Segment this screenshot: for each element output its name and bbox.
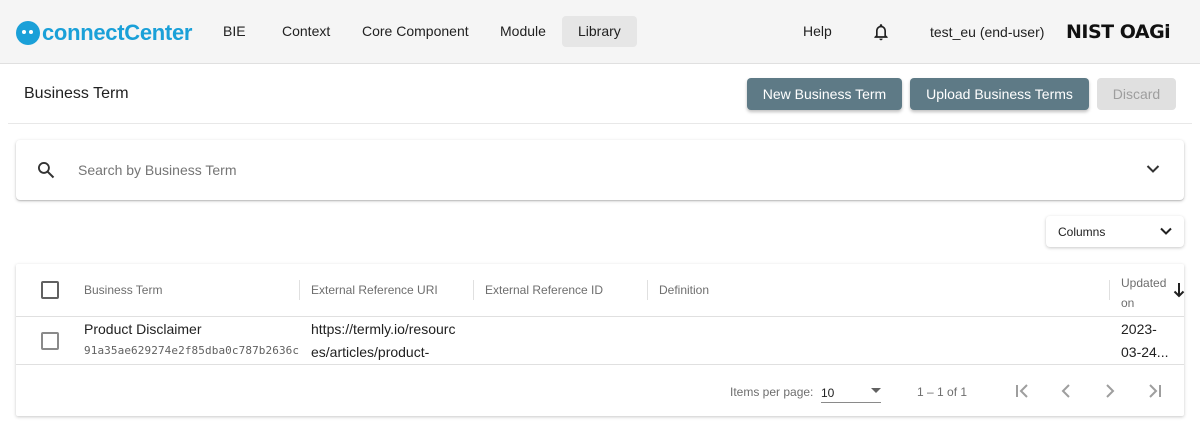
column-header-definition[interactable]: Definition bbox=[659, 283, 709, 297]
business-term-search-input[interactable] bbox=[78, 159, 978, 181]
business-term-name[interactable]: Product Disclaimer bbox=[84, 318, 201, 341]
updated-on-cell: 2023- 03-24... bbox=[1121, 321, 1169, 360]
notifications-bell-icon[interactable] bbox=[871, 22, 891, 42]
discard-button[interactable]: Discard bbox=[1097, 78, 1176, 110]
first-page-icon[interactable] bbox=[1013, 381, 1033, 401]
upload-business-terms-button[interactable]: Upload Business Terms bbox=[910, 78, 1089, 110]
nav-context[interactable]: Context bbox=[266, 16, 346, 47]
column-header-business-term[interactable]: Business Term bbox=[84, 283, 162, 297]
table-row[interactable]: Product Disclaimer 91a35ae629274e2f85dba… bbox=[16, 317, 1184, 365]
top-navigation-bar: connectCenter BIE Context Core Component… bbox=[0, 0, 1200, 64]
column-header-updated-on[interactable]: Updated on bbox=[1121, 273, 1166, 313]
page-title: Business Term bbox=[24, 85, 129, 102]
column-header-external-reference-uri[interactable]: External Reference URI bbox=[311, 283, 438, 297]
column-header-external-reference-id[interactable]: External Reference ID bbox=[485, 283, 603, 297]
nav-core-component[interactable]: Core Component bbox=[346, 16, 485, 47]
last-page-icon[interactable] bbox=[1144, 381, 1164, 401]
dropdown-arrow-icon bbox=[871, 388, 881, 393]
column-separator bbox=[473, 280, 474, 300]
sort-descending-arrow-icon[interactable] bbox=[1173, 282, 1185, 298]
next-page-icon[interactable] bbox=[1100, 381, 1120, 401]
chevron-down-icon bbox=[1160, 227, 1172, 235]
paginator: Items per page: 10 1 – 1 of 1 bbox=[16, 365, 1184, 416]
search-icon bbox=[38, 162, 55, 179]
row-select-checkbox[interactable] bbox=[41, 332, 59, 350]
previous-page-icon[interactable] bbox=[1056, 381, 1076, 401]
select-all-checkbox[interactable] bbox=[41, 281, 59, 299]
header-divider bbox=[8, 123, 1192, 124]
columns-selector[interactable]: Columns bbox=[1046, 216, 1184, 247]
user-account-menu[interactable]: test_eu (end-user) bbox=[930, 24, 1044, 40]
new-business-term-button[interactable]: New Business Term bbox=[747, 78, 902, 110]
table-header-row: Business Term External Reference URI Ext… bbox=[16, 264, 1185, 317]
nav-library[interactable]: Library bbox=[562, 16, 637, 47]
nav-module[interactable]: Module bbox=[484, 16, 562, 47]
business-term-table: Business Term External Reference URI Ext… bbox=[16, 264, 1185, 416]
column-separator bbox=[299, 280, 300, 300]
business-term-guid: 91a35ae629274e2f85dba0c787b2636c bbox=[84, 344, 300, 357]
external-reference-uri-cell: https://termly.io/resourc es/articles/pr… bbox=[311, 321, 456, 360]
nist-oagi-logo: NIST OAGi bbox=[1066, 21, 1171, 43]
nav-help[interactable]: Help bbox=[787, 16, 848, 47]
page-range-label: 1 – 1 of 1 bbox=[917, 385, 968, 399]
items-per-page-label: Items per page: bbox=[730, 385, 814, 399]
logo-face-icon bbox=[16, 21, 40, 45]
column-separator bbox=[1109, 280, 1110, 300]
connect-center-logo[interactable]: connectCenter bbox=[16, 20, 192, 46]
page-size-select[interactable]: 10 bbox=[821, 383, 881, 403]
column-separator bbox=[647, 280, 648, 300]
search-panel bbox=[16, 140, 1184, 200]
nav-bie[interactable]: BIE bbox=[207, 16, 262, 47]
chevron-down-icon[interactable] bbox=[1146, 164, 1160, 174]
